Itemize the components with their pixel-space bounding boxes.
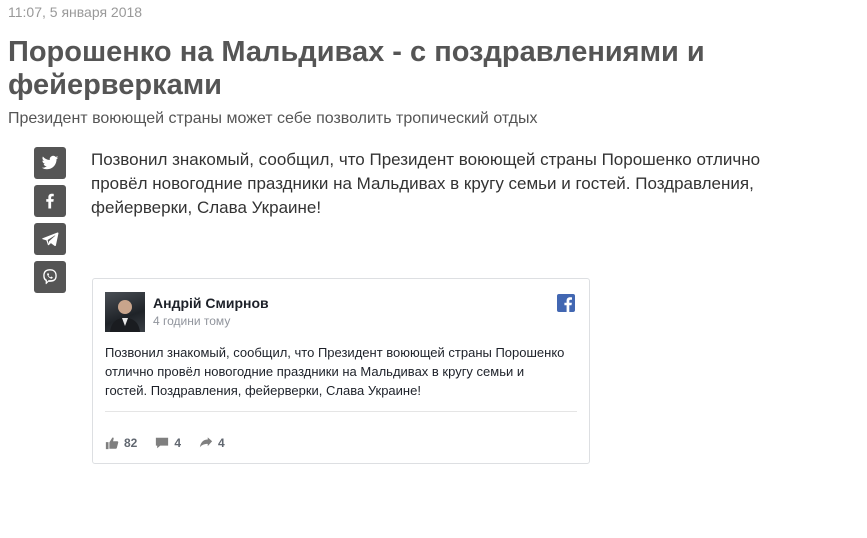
- share-bar: [34, 147, 66, 299]
- like-count-value: 82: [124, 436, 138, 450]
- comment-icon: [156, 437, 169, 449]
- share-telegram-button[interactable]: [34, 223, 66, 255]
- share-facebook-button[interactable]: [34, 185, 66, 217]
- author-photo-icon: [110, 300, 140, 332]
- post-author[interactable]: Андрій Смирнов: [153, 295, 269, 311]
- share-viber-button[interactable]: [34, 261, 66, 293]
- share-count-value: 4: [218, 436, 225, 450]
- telegram-icon: [42, 232, 59, 247]
- facebook-icon: [46, 193, 54, 209]
- article-body: Позвонил знакомый, сообщил, что Президен…: [91, 150, 761, 217]
- post-actions: 82 4 4: [105, 436, 243, 450]
- article-subtitle: Президент воюющей страны может себе позв…: [8, 110, 538, 127]
- thumbs-up-icon: [105, 437, 119, 450]
- like-count[interactable]: 82: [105, 436, 137, 450]
- article-timestamp: 11:07, 5 января 2018: [8, 4, 143, 20]
- post-text: Позвонил знакомый, сообщил, что Президен…: [105, 345, 565, 398]
- viber-icon: [43, 269, 57, 285]
- comment-count-value: 4: [174, 436, 182, 450]
- comment-count[interactable]: 4: [155, 436, 181, 450]
- facebook-logo-icon[interactable]: [557, 294, 575, 312]
- share-twitter-button[interactable]: [34, 147, 66, 179]
- facebook-post-embed: Андрій Смирнов 4 години тому Позвонил зн…: [92, 278, 590, 464]
- avatar[interactable]: [105, 292, 145, 332]
- share-arrow-icon: [199, 437, 213, 448]
- post-divider: [105, 411, 577, 412]
- share-count[interactable]: 4: [199, 436, 225, 450]
- post-time[interactable]: 4 години тому: [153, 314, 230, 328]
- article-title: Порошенко на Мальдивах - с поздравлениям…: [8, 36, 705, 101]
- twitter-icon: [41, 155, 59, 170]
